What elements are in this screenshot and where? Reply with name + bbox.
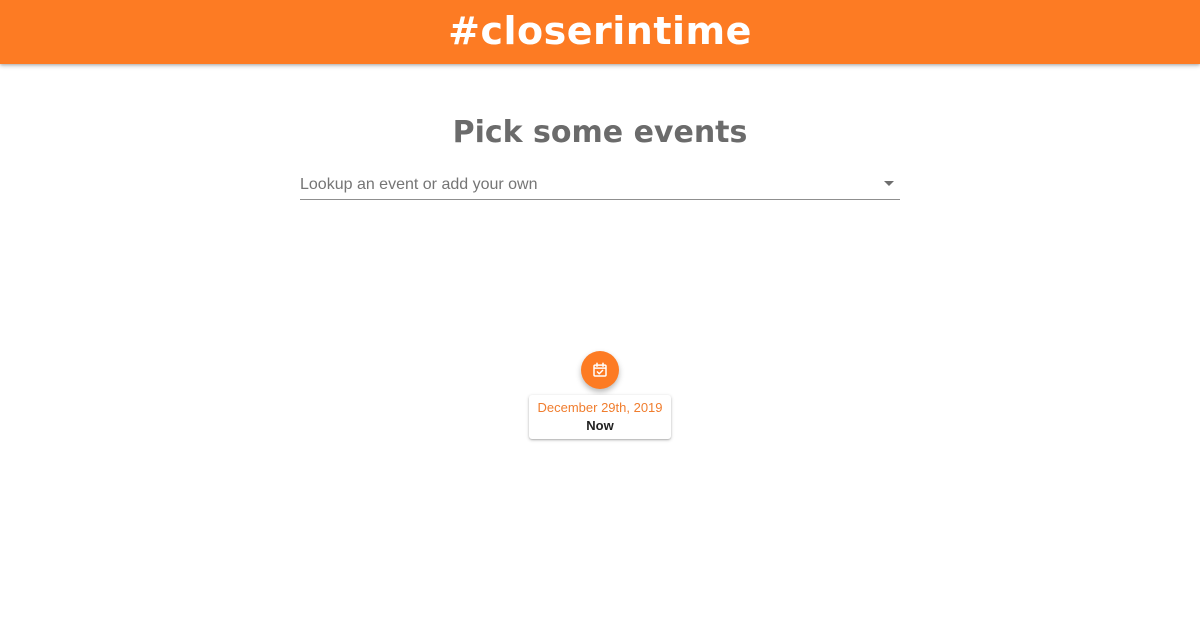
event-name: Now: [586, 418, 614, 433]
calendar-check-icon: [593, 362, 607, 377]
event-date: December 29th, 2019: [537, 400, 663, 415]
dropdown-arrow-icon[interactable]: [884, 181, 894, 186]
page-heading: Pick some events: [452, 115, 748, 150]
timeline-event-marker[interactable]: [581, 351, 619, 389]
event-search-placeholder: Lookup an event or add your own: [300, 176, 538, 193]
event-card[interactable]: December 29th, 2019 Now: [529, 395, 671, 439]
app-bar: #closerintime: [0, 0, 1200, 64]
event-search-select[interactable]: Lookup an event or add your own: [300, 170, 900, 200]
app-title[interactable]: #closerintime: [448, 12, 752, 50]
